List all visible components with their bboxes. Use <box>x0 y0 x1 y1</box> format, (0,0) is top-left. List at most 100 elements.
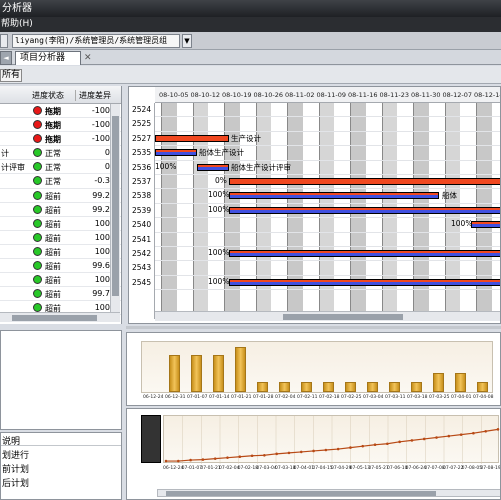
bar-label: 100% <box>451 219 473 229</box>
task-bar[interactable] <box>155 134 229 142</box>
header-status[interactable]: 进度状态 <box>32 90 64 101</box>
status-text: 拖期 <box>45 135 61 145</box>
status-dot-icon <box>33 246 42 256</box>
bar[interactable] <box>454 373 466 392</box>
table-row[interactable]: 超前 100 <box>0 231 121 245</box>
bar[interactable] <box>212 354 224 392</box>
task-bar[interactable] <box>471 221 500 229</box>
table-row[interactable]: 拖期 -100 <box>0 118 121 133</box>
scroll-thumb[interactable] <box>12 315 97 321</box>
bar[interactable] <box>388 381 400 392</box>
x-tick-label: 07-06-24 <box>405 466 427 471</box>
toolbar: liyang(李阳)/系统管理员/系统管理员组 ▼ <box>0 32 501 50</box>
row-line <box>155 202 500 204</box>
scroll-thumb[interactable] <box>283 314 403 320</box>
x-tick-label: 07-01-14 <box>209 395 230 400</box>
bar-label: 100% <box>155 161 177 171</box>
horizontal-scrollbar[interactable] <box>0 312 120 322</box>
bar[interactable] <box>344 381 356 392</box>
status-text: 超前 <box>45 219 61 229</box>
table-row[interactable]: 计评审 正常 0 <box>0 160 121 175</box>
close-icon[interactable]: ✕ <box>84 52 92 64</box>
all-button[interactable]: 所有 <box>0 69 22 82</box>
table-row[interactable]: 拖期 -100 <box>0 132 121 147</box>
status-dot-icon <box>33 289 42 299</box>
task-name: 计评审 <box>1 163 25 173</box>
bar[interactable] <box>432 373 444 392</box>
splitter[interactable] <box>126 326 501 329</box>
scroll-thumb[interactable] <box>112 116 119 296</box>
table-row[interactable]: 超前 100 <box>0 245 121 260</box>
variance-value: 0 <box>104 148 110 158</box>
task-bar[interactable] <box>229 250 500 257</box>
x-tick-label: 07-01-07 <box>187 395 208 400</box>
bar[interactable] <box>410 381 422 392</box>
row-line <box>155 116 500 118</box>
row-line <box>155 130 500 132</box>
task-bar[interactable] <box>197 163 229 171</box>
date-label: 08-10-19 <box>222 91 252 99</box>
table-row[interactable]: 计 正常 0 <box>0 146 121 161</box>
data-point <box>324 448 328 452</box>
task-id: 2545 <box>132 277 152 287</box>
data-point <box>447 434 451 438</box>
bar[interactable] <box>300 381 312 392</box>
menu-help[interactable]: 帮助(H) <box>0 17 501 32</box>
status-text: 超前 <box>45 191 61 201</box>
table-row[interactable]: 正常 -0.3 <box>0 174 121 189</box>
status-dot-icon <box>33 148 42 158</box>
table-row[interactable]: 超前 99.7 <box>0 287 121 302</box>
task-bar[interactable] <box>155 149 197 157</box>
table-row[interactable]: 超前 100 <box>0 273 121 288</box>
bar[interactable] <box>168 354 180 392</box>
tab-project-analyzer[interactable]: 项目分析器 ✕ <box>15 51 92 65</box>
x-tick-label: 07-02-25 <box>341 395 362 400</box>
bar[interactable] <box>366 381 378 392</box>
bar[interactable] <box>322 381 334 392</box>
x-tick-label: 07-03-04 <box>256 466 277 471</box>
bar[interactable] <box>476 381 488 392</box>
table-row[interactable]: 超前 99.2 <box>0 189 121 203</box>
vertical-scrollbar[interactable] <box>110 104 120 312</box>
table-row[interactable]: 超前 99.6 <box>0 259 121 274</box>
task-bar[interactable] <box>229 178 500 185</box>
date-label: 08-11-16 <box>348 91 378 99</box>
task-id: 2542 <box>132 249 152 258</box>
variance-value: -100 <box>91 120 110 130</box>
gantt-scrollbar[interactable] <box>155 311 500 321</box>
tab-scroll-left[interactable]: ◄ <box>0 51 12 65</box>
data-point <box>484 429 488 433</box>
bar[interactable] <box>256 381 268 392</box>
bar-label: 100% <box>208 248 230 257</box>
task-bar[interactable] <box>229 192 439 200</box>
chevron-down-icon[interactable]: ▼ <box>182 34 192 48</box>
task-bar[interactable] <box>229 278 500 286</box>
data-point <box>299 450 303 454</box>
data-point <box>361 444 365 448</box>
table-row[interactable]: 拖期 -100 <box>0 104 121 119</box>
variance-value: 100 <box>94 232 110 242</box>
status-text: 正常 <box>45 177 61 187</box>
x-tick-label: 07-03-25 <box>429 395 450 400</box>
bar-label: 船体生产设计评审 <box>231 162 291 172</box>
bar[interactable] <box>234 347 246 392</box>
task-id: 2525 <box>132 119 152 129</box>
user-combo[interactable]: liyang(李阳)/系统管理员/系统管理员组 <box>12 34 180 48</box>
table-row[interactable]: 超前 99.2 <box>0 203 121 217</box>
legend-item: 划进行 <box>2 451 30 461</box>
variance-value: -100 <box>91 134 110 144</box>
legend-item: 前计划 <box>2 465 30 475</box>
bar[interactable] <box>278 381 290 392</box>
bar[interactable] <box>190 354 202 392</box>
status-dot-icon <box>33 162 42 172</box>
chart-scrollbar[interactable] <box>157 489 500 497</box>
header-variance[interactable]: 进度差异 <box>75 90 111 101</box>
variance-value: 99.2 <box>92 204 110 214</box>
variance-value: 100 <box>94 303 110 313</box>
table-row[interactable]: 超前 100 <box>0 217 121 231</box>
row-line <box>155 217 500 219</box>
toolbar-button[interactable] <box>0 34 8 48</box>
date-label: 08-11-02 <box>285 91 315 99</box>
scroll-thumb[interactable] <box>166 491 436 496</box>
task-bar[interactable] <box>229 206 500 214</box>
